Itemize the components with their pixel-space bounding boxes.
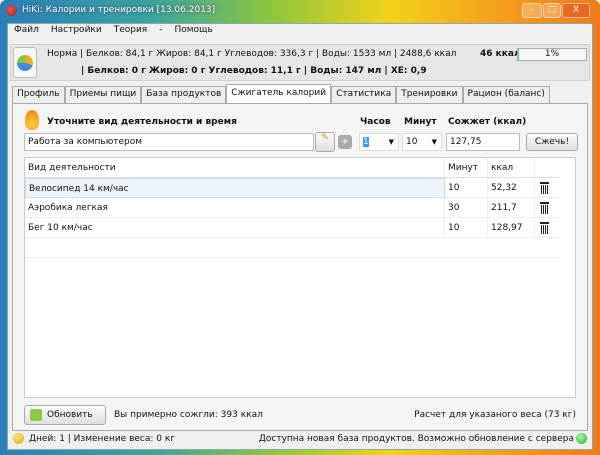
hours-select[interactable]: 1 ▼ <box>359 133 399 151</box>
kcal-total: 46 ккал <box>480 49 521 59</box>
maximize-button[interactable]: □ <box>543 3 561 18</box>
hours-value: 1 <box>363 137 369 147</box>
header-kcal[interactable]: ккал <box>488 158 535 178</box>
refresh-label: Обновить <box>47 410 93 420</box>
window-title: HiKi: Калории и тренировки [13.06.2013] <box>22 5 216 15</box>
menu-separator: - <box>159 25 163 35</box>
cell-kcal: 211,7 <box>488 198 535 218</box>
chevron-down-icon: ▼ <box>388 138 394 146</box>
activity-table: Вид деятельности Минут ккал Велосипед 14… <box>24 157 576 398</box>
trash-icon[interactable] <box>540 222 549 234</box>
status-indicator-icon <box>576 433 587 444</box>
profile-button[interactable] <box>13 47 37 78</box>
activity-input[interactable]: Работа за компьютером <box>24 133 314 151</box>
cell-minutes: 10 <box>445 218 488 238</box>
burn-button[interactable]: Сжечь! <box>526 133 578 151</box>
chart-logo-icon <box>17 55 33 71</box>
consumed-line: | Белков: 0 г Жиров: 0 г Углеводов: 11,1… <box>81 66 427 76</box>
progress-bar: 1% <box>517 48 587 61</box>
minutes-select[interactable]: 10 ▼ <box>402 133 442 151</box>
tab-meals[interactable]: Приемы пищи <box>64 86 142 103</box>
chevron-down-icon: ▼ <box>431 138 437 146</box>
status-left: Дней: 1 | Изменение веса: 0 кг <box>29 434 176 444</box>
table-header: Вид деятельности Минут ккал <box>25 158 560 178</box>
plus-icon: + <box>341 137 349 147</box>
cell-kcal: 52,32 <box>488 178 535 198</box>
refresh-button[interactable]: Обновить <box>24 405 106 425</box>
trash-icon[interactable] <box>540 182 549 194</box>
header-activity[interactable]: Вид деятельности <box>25 158 445 178</box>
burn-input[interactable]: 127,75 <box>446 133 520 151</box>
minutes-value: 10 <box>406 137 418 147</box>
refresh-icon <box>30 409 42 421</box>
cell-activity: Аэробика легкая <box>25 198 445 218</box>
tab-bar: Профиль Приемы пищи База продуктов Сжига… <box>12 84 550 103</box>
add-button[interactable]: + <box>338 135 352 149</box>
minimize-button[interactable]: – <box>522 3 542 18</box>
close-button[interactable]: X <box>562 3 590 18</box>
app-icon <box>6 5 17 16</box>
weight-note: Расчет для указаного веса (73 кг) <box>414 410 576 420</box>
header-minutes[interactable]: Минут <box>445 158 488 178</box>
hours-label: Часов <box>360 117 391 127</box>
menu-help[interactable]: Помощь <box>174 25 212 35</box>
minutes-label: Минут <box>404 117 437 127</box>
form-heading: Уточните вид деятельности и время <box>47 117 237 127</box>
tab-workouts[interactable]: Тренировки <box>396 86 463 103</box>
cell-minutes: 30 <box>445 198 488 218</box>
tab-profile[interactable]: Профиль <box>12 86 65 103</box>
tab-products[interactable]: База продуктов <box>141 86 227 103</box>
menu-settings[interactable]: Настройки <box>51 25 102 35</box>
cell-activity: Бег 10 км/час <box>25 218 445 238</box>
menu-file[interactable]: Файл <box>14 25 39 35</box>
cell-kcal: 128,97 <box>488 218 535 238</box>
smiley-icon <box>13 433 24 444</box>
menu-bar: Файл Настройки Теория - Помощь <box>14 25 213 35</box>
progress-label: 1% <box>544 49 560 59</box>
flame-icon <box>25 110 39 130</box>
cell-minutes: 10 <box>445 178 488 198</box>
trash-icon[interactable] <box>540 202 549 214</box>
status-right[interactable]: Доступна новая база продуктов. Возможно … <box>259 434 574 444</box>
broom-icon: ✎ <box>321 133 329 143</box>
tab-calorie-burner[interactable]: Сжигатель калорий <box>226 84 332 103</box>
cell-activity: Велосипед 14 км/час <box>25 178 445 198</box>
clear-button[interactable]: ✎ <box>315 132 335 152</box>
table-row[interactable]: Аэробика легкая 30 211,7 <box>25 198 560 218</box>
tab-diet[interactable]: Рацион (баланс) <box>462 86 550 103</box>
burn-label: Сожжет (ккал) <box>448 117 527 127</box>
table-row[interactable]: Бег 10 км/час 10 128,97 <box>25 218 560 238</box>
table-row-empty <box>25 238 560 258</box>
tab-statistics[interactable]: Статистика <box>331 86 397 103</box>
burned-total: Вы примерно сожгли: 393 ккал <box>114 410 263 420</box>
norm-line: Норма | Белков: 84,1 г Жиров: 84,1 г Угл… <box>47 49 457 59</box>
menu-theory[interactable]: Теория <box>114 25 148 35</box>
table-row[interactable]: Велосипед 14 км/час 10 52,32 <box>25 178 560 198</box>
